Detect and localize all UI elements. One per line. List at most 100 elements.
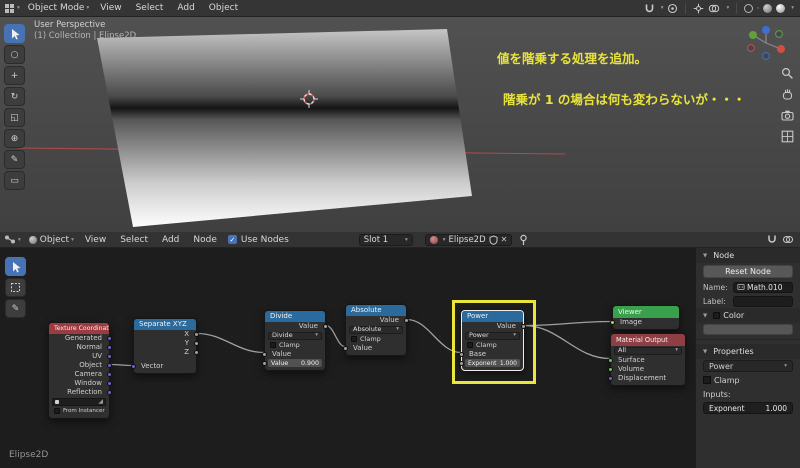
show-gizmo-icon[interactable]	[693, 3, 704, 14]
node-material-output[interactable]: Material Output All ▾ Surface Volume Disp…	[608, 333, 686, 386]
node-title[interactable]: Material Output	[611, 334, 685, 346]
socket-input[interactable]	[131, 364, 136, 369]
socket-output[interactable]	[194, 350, 199, 355]
viewport-3d[interactable]: User Perspective (1) Collection | Elipse…	[0, 17, 800, 232]
toggle-grid-icon[interactable]	[781, 130, 794, 143]
unlink-material-button[interactable]: ✕	[501, 235, 508, 244]
node-title[interactable]: Power	[462, 311, 523, 322]
socket-output[interactable]	[194, 341, 199, 346]
exponent-slider[interactable]: Exponent 1.000	[703, 402, 793, 414]
node-tool-box-select[interactable]	[5, 278, 26, 297]
eyedropper-icon[interactable]: ◢	[98, 397, 103, 406]
node-viewer[interactable]: Viewer Image	[610, 305, 680, 330]
node-math-divide[interactable]: Divide Value Divide ▾ Clamp Value Value 0.…	[262, 310, 328, 371]
panel-header-node[interactable]: ▼ Node	[696, 248, 800, 263]
name-field[interactable]: Math.010	[733, 281, 793, 293]
clamp-checkbox[interactable]	[467, 342, 473, 348]
node-title[interactable]: Viewer	[613, 306, 679, 318]
value-field[interactable]: Value 0.900	[268, 359, 322, 367]
menu-view[interactable]: View	[93, 3, 128, 13]
from-instancer-checkbox[interactable]	[54, 408, 60, 414]
socket-output[interactable]	[404, 318, 409, 323]
node-math-power[interactable]: Power Value Power ▾ Clamp Base Exponent 1.…	[459, 310, 526, 371]
operation-dropdown[interactable]: Absolute ▾	[349, 325, 403, 334]
editor-type-button-nodes[interactable]: ▾	[0, 234, 25, 245]
proportional-edit-icon[interactable]	[667, 3, 678, 14]
gizmo-x-neg[interactable]	[747, 44, 755, 52]
menu-add[interactable]: Add	[170, 3, 201, 13]
node-math-absolute[interactable]: Absolute Value Absolute ▾ Clamp Value	[343, 304, 409, 356]
socket-input[interactable]	[262, 361, 267, 366]
operation-dropdown-sidebar[interactable]: Power ▾	[703, 360, 793, 372]
zoom-icon[interactable]	[781, 67, 794, 80]
clamp-checkbox-sidebar[interactable]	[703, 376, 711, 384]
socket-output[interactable]	[107, 390, 112, 395]
node-texture-coordinate[interactable]: Texture Coordinate Generated Normal UV O…	[48, 322, 112, 419]
socket-output[interactable]	[521, 324, 526, 329]
socket-input[interactable]	[459, 361, 464, 366]
shading-rendered-icon[interactable]	[776, 3, 786, 13]
tool-move[interactable]: +	[4, 66, 25, 85]
socket-input[interactable]	[459, 351, 464, 357]
clamp-checkbox[interactable]	[270, 342, 276, 348]
custom-color-checkbox[interactable]	[713, 312, 721, 319]
tool-measure[interactable]: ▭	[4, 171, 25, 190]
tool-select-box[interactable]	[4, 24, 25, 43]
ground-plane[interactable]	[97, 29, 472, 227]
socket-input[interactable]	[343, 345, 348, 351]
socket-input[interactable]	[262, 351, 267, 357]
menu-select-nodes[interactable]: Select	[113, 235, 155, 245]
editor-type-button[interactable]: ▾	[0, 3, 24, 14]
snapping-icon[interactable]	[766, 234, 778, 245]
socket-input[interactable]	[608, 357, 613, 363]
operation-dropdown[interactable]: Power ▾	[465, 331, 520, 340]
camera-view-icon[interactable]	[781, 109, 794, 122]
label-field[interactable]	[733, 295, 793, 307]
menu-node[interactable]: Node	[186, 235, 224, 245]
slot-dropdown[interactable]: Slot 1 ▾	[358, 233, 413, 246]
navigation-gizmo[interactable]	[742, 22, 790, 66]
tool-annotate[interactable]: ✎	[4, 150, 25, 169]
socket-output[interactable]	[107, 345, 112, 350]
shading-wireframe-icon[interactable]	[744, 3, 754, 13]
fake-user-shield-icon[interactable]	[489, 234, 498, 245]
gizmo-x-axis[interactable]	[777, 45, 785, 53]
socket-output[interactable]	[107, 336, 112, 341]
gizmo-y-neg[interactable]	[775, 30, 783, 38]
socket-output[interactable]	[194, 332, 199, 337]
shading-material-icon[interactable]	[763, 3, 773, 13]
overlays-toggle-icon[interactable]	[782, 234, 794, 245]
gizmo-z-axis[interactable]	[762, 26, 770, 34]
operation-dropdown[interactable]: Divide ▾	[268, 331, 322, 340]
menu-view-nodes[interactable]: View	[78, 235, 113, 245]
socket-output[interactable]	[107, 372, 112, 377]
move-view-hand-icon[interactable]	[781, 88, 794, 101]
material-selector[interactable]: ▾ Elipse2D ✕	[424, 233, 513, 246]
use-nodes-checkbox[interactable]: ✓ Use Nodes	[224, 235, 293, 245]
node-tool-select[interactable]	[5, 257, 26, 276]
menu-object[interactable]: Object	[202, 3, 245, 13]
socket-output[interactable]	[107, 363, 112, 368]
tool-rotate[interactable]: ↻	[4, 87, 25, 106]
shading-solid-active[interactable]	[757, 7, 760, 9]
node-color-swatch[interactable]	[703, 324, 793, 335]
panel-header-properties[interactable]: ▼ Properties	[696, 344, 800, 359]
tool-transform[interactable]: ⊕	[4, 129, 25, 148]
menu-select[interactable]: Select	[129, 3, 171, 13]
socket-input[interactable]	[610, 320, 615, 325]
collapse-triangle-icon[interactable]: ▼	[703, 313, 707, 319]
show-overlays-icon[interactable]	[708, 3, 720, 14]
snap-magnet-icon[interactable]	[644, 3, 655, 14]
node-tool-annotate[interactable]: ✎	[5, 299, 26, 318]
socket-input[interactable]	[608, 366, 613, 372]
shader-type-dropdown[interactable]: Object ▾	[25, 235, 78, 245]
pin-icon[interactable]	[518, 234, 529, 246]
node-title[interactable]: Texture Coordinate	[49, 323, 109, 334]
mode-dropdown[interactable]: Object Mode ▾	[24, 3, 93, 13]
collapse-triangle-icon[interactable]: ▼	[703, 253, 707, 259]
node-title[interactable]: Absolute	[346, 305, 406, 316]
exponent-field[interactable]: Exponent 1.000	[465, 359, 520, 367]
node-separate-xyz[interactable]: Separate XYZ X Y Z Vector	[131, 318, 199, 374]
tool-scale[interactable]: ◱	[4, 108, 25, 127]
socket-output[interactable]	[107, 381, 112, 386]
